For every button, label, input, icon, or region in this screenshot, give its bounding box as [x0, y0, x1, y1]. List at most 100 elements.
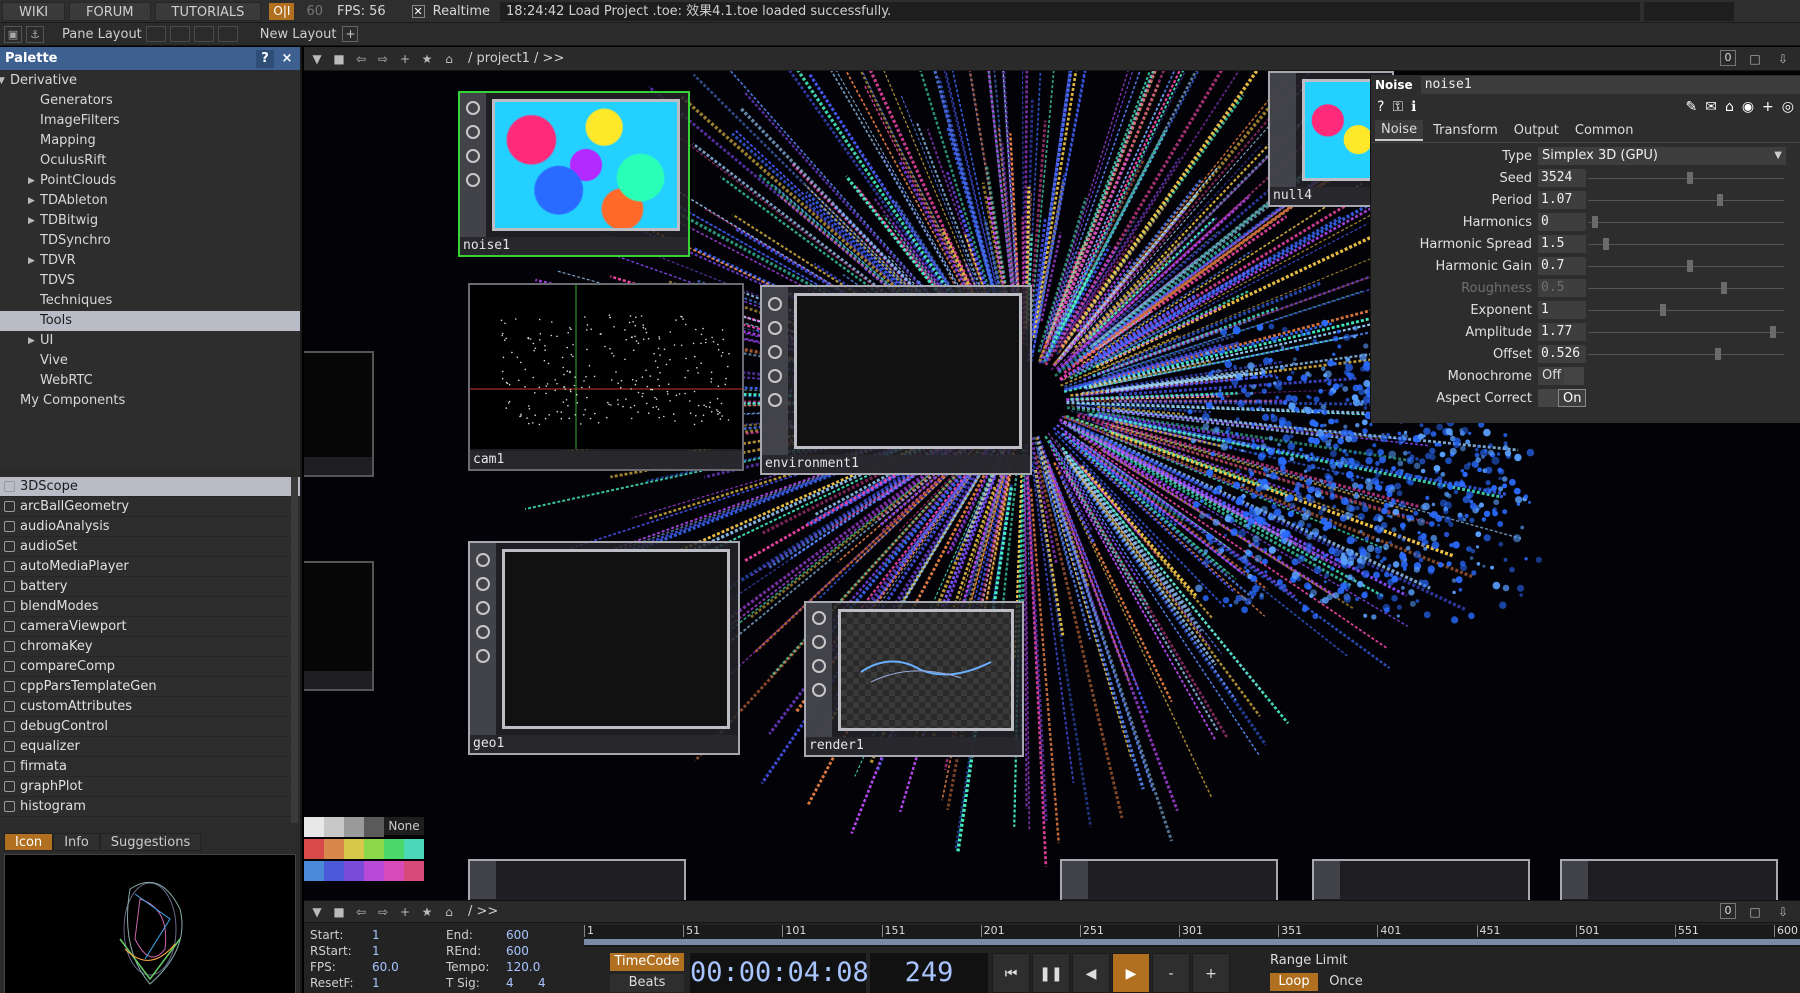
- node-cam1[interactable]: cam1: [468, 283, 744, 471]
- color-swatch[interactable]: [344, 839, 364, 859]
- target-icon[interactable]: ◎: [1782, 99, 1794, 115]
- component-item[interactable]: audioAnalysis: [0, 517, 300, 537]
- node-bottom-2[interactable]: [1060, 859, 1278, 903]
- stop-icon[interactable]: ■: [330, 903, 348, 921]
- node-label[interactable]: render1: [806, 737, 1022, 755]
- star-icon[interactable]: ★: [418, 903, 436, 921]
- color-swatch[interactable]: [364, 861, 384, 881]
- chevron-right-icon[interactable]: ▶: [28, 211, 35, 231]
- back-icon[interactable]: ⇦: [352, 903, 370, 921]
- lock-icon[interactable]: [476, 649, 490, 663]
- tree-item[interactable]: OculusRift: [0, 151, 300, 171]
- home-icon[interactable]: ⌂: [440, 50, 458, 68]
- rewind-button[interactable]: ⏮: [992, 953, 1030, 993]
- component-item[interactable]: cameraViewport: [0, 617, 300, 637]
- tempo-value[interactable]: 120.0: [506, 960, 540, 974]
- lock-icon[interactable]: [466, 173, 480, 187]
- color-swatch[interactable]: [364, 817, 384, 837]
- component-item[interactable]: battery: [0, 577, 300, 597]
- param-value-field[interactable]: 0: [1538, 213, 1586, 231]
- color-swatch[interactable]: [324, 817, 344, 837]
- image-icon[interactable]: ▣: [4, 25, 22, 43]
- param-value-field[interactable]: 1.5: [1538, 235, 1586, 253]
- menu-down-icon[interactable]: ▼: [308, 903, 326, 921]
- param-tab-common[interactable]: Common: [1569, 121, 1640, 140]
- add-icon[interactable]: +: [396, 50, 414, 68]
- viewer-icon[interactable]: [476, 553, 490, 567]
- help-icon[interactable]: ?: [1377, 99, 1384, 115]
- display-icon[interactable]: [768, 369, 782, 383]
- bypass-icon[interactable]: [768, 321, 782, 335]
- loop-toggle[interactable]: Loop: [1270, 973, 1318, 991]
- color-swatch[interactable]: [404, 839, 424, 859]
- color-swatch[interactable]: [384, 861, 404, 881]
- color-swatch[interactable]: [304, 839, 324, 859]
- color-swatch[interactable]: [304, 817, 324, 837]
- node-render1[interactable]: render1: [804, 601, 1024, 757]
- node-label[interactable]: environment1: [762, 455, 1030, 473]
- start-value[interactable]: 1: [372, 928, 380, 942]
- display-icon[interactable]: [812, 659, 826, 673]
- layout-quad-button[interactable]: [217, 26, 238, 42]
- tsig-numerator[interactable]: 4: [506, 976, 514, 990]
- close-icon[interactable]: [768, 345, 782, 359]
- close-icon[interactable]: [476, 601, 490, 615]
- once-toggle[interactable]: Once: [1322, 973, 1370, 991]
- stop-icon[interactable]: ■: [330, 50, 348, 68]
- tree-item[interactable]: ▶ PointClouds: [0, 171, 300, 191]
- node-noise1[interactable]: noise1: [458, 91, 690, 257]
- node-label[interactable]: cam1: [470, 451, 742, 469]
- step-back-button[interactable]: ◀: [1072, 953, 1110, 993]
- param-value-field[interactable]: 1.07: [1538, 191, 1586, 209]
- monochrome-toggle-alt[interactable]: [1564, 367, 1584, 385]
- component-list-scrollbar[interactable]: [291, 477, 298, 823]
- lock-icon[interactable]: [812, 683, 826, 697]
- viewer-icon[interactable]: [812, 611, 826, 625]
- chevron-right-icon[interactable]: ▶: [28, 171, 35, 191]
- swatch-none-button[interactable]: None: [384, 817, 424, 835]
- slider-knob[interactable]: [1603, 238, 1610, 250]
- aspect-correct-toggle[interactable]: On: [1558, 389, 1586, 407]
- back-icon[interactable]: ⇦: [352, 50, 370, 68]
- timecode-display[interactable]: 00:00:04:08: [690, 953, 869, 993]
- timeline-path[interactable]: / >>: [468, 904, 498, 919]
- component-item[interactable]: audioSet: [0, 537, 300, 557]
- perform-mode-toggle[interactable]: O|I: [269, 2, 295, 20]
- pane-menu-icon[interactable]: ⇩: [1774, 903, 1792, 921]
- beats-toggle[interactable]: Beats: [610, 974, 684, 992]
- component-item[interactable]: debugControl: [0, 717, 300, 737]
- home-icon[interactable]: ⌂: [440, 903, 458, 921]
- tag-icon[interactable]: ⌂: [1725, 99, 1734, 115]
- wiki-button[interactable]: WIKI: [2, 1, 66, 21]
- rstart-value[interactable]: 1: [372, 944, 380, 958]
- component-item[interactable]: cppParsTemplateGen: [0, 677, 300, 697]
- component-item[interactable]: arcBallGeometry: [0, 497, 300, 517]
- forward-icon[interactable]: ⇨: [374, 50, 392, 68]
- viewer-icon[interactable]: [466, 101, 480, 115]
- param-value-field[interactable]: 1: [1538, 301, 1586, 319]
- node-label[interactable]: noise1: [460, 237, 688, 255]
- pane-menu-icon[interactable]: ⇩: [1774, 50, 1792, 68]
- star-icon[interactable]: ★: [418, 50, 436, 68]
- tab-icon[interactable]: Icon: [4, 833, 54, 851]
- frame-display[interactable]: 249: [870, 953, 988, 993]
- color-swatch[interactable]: [304, 861, 324, 881]
- chevron-right-icon[interactable]: ▶: [28, 331, 35, 351]
- component-item[interactable]: customAttributes: [0, 697, 300, 717]
- tree-item[interactable]: TDSynchro: [0, 231, 300, 251]
- layout-single-button[interactable]: [145, 26, 166, 42]
- timeline-range-bar[interactable]: [584, 939, 1800, 945]
- param-slider[interactable]: [1588, 323, 1784, 341]
- play-button[interactable]: ▶: [1112, 953, 1150, 993]
- palette-help-button[interactable]: ?: [256, 49, 274, 68]
- param-tab-output[interactable]: Output: [1508, 121, 1565, 140]
- maximize-icon[interactable]: □: [1746, 50, 1764, 68]
- tree-item[interactable]: ▶ TDAbleton: [0, 191, 300, 211]
- tree-item[interactable]: Mapping: [0, 131, 300, 151]
- tree-item[interactable]: Generators: [0, 91, 300, 111]
- param-slider[interactable]: [1588, 345, 1784, 363]
- bypass-icon[interactable]: [476, 577, 490, 591]
- chevron-down-icon[interactable]: ▼: [0, 71, 5, 91]
- param-slider[interactable]: [1588, 191, 1784, 209]
- param-tab-noise[interactable]: Noise: [1375, 120, 1424, 141]
